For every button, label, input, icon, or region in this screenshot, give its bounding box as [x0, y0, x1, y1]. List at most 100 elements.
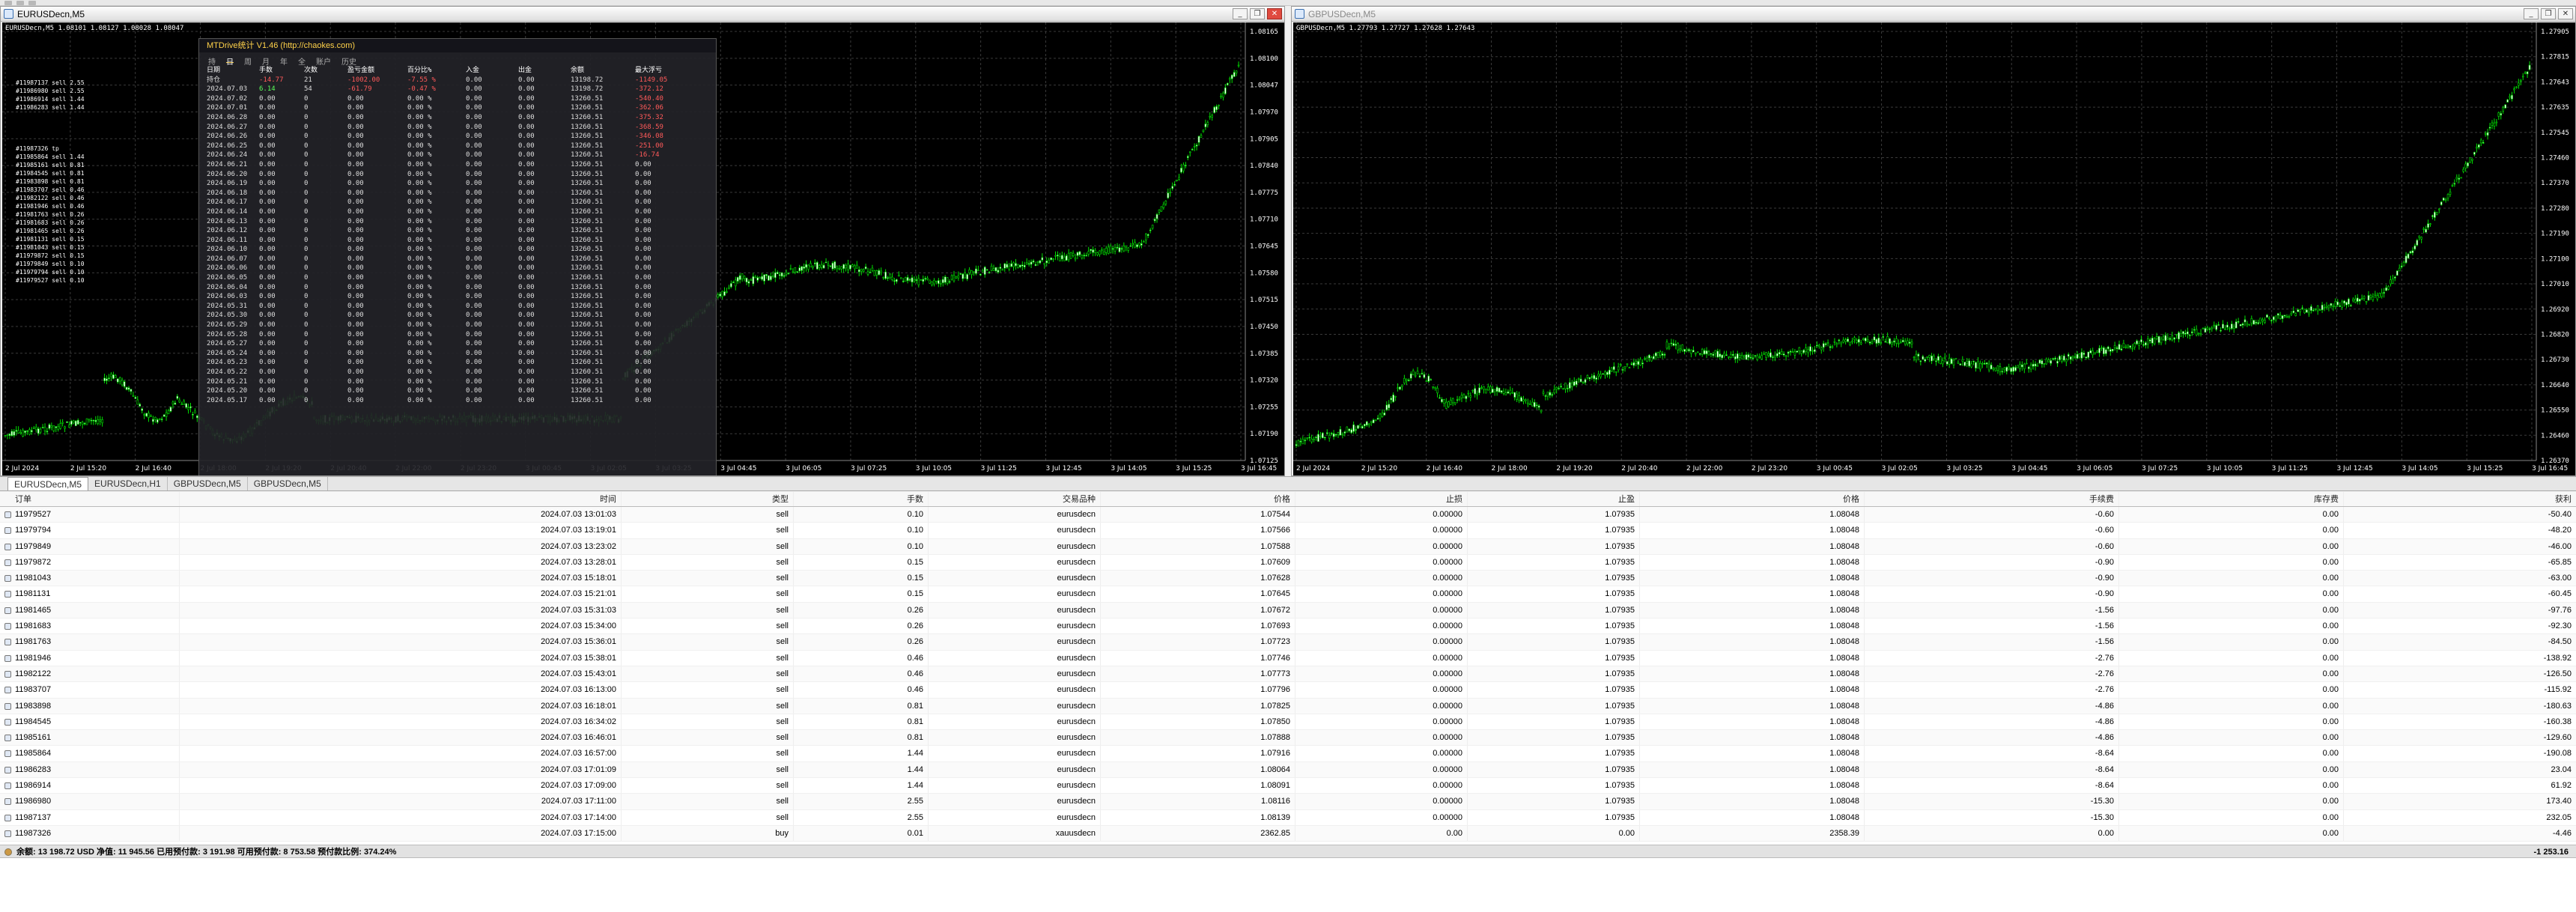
candle-body	[1059, 256, 1061, 262]
trade-col-header[interactable]: 订单	[0, 492, 180, 506]
chart-tab[interactable]: GBPUSDecn,M5	[248, 477, 328, 490]
trade-row[interactable]: 11981683 2024.07.03 15:34:00 sell 0.26 eurus…	[0, 618, 2576, 635]
trade-row[interactable]: 11983707 2024.07.03 16:13:00 sell 0.46 eurus…	[0, 682, 2576, 699]
trade-row[interactable]: 11983898 2024.07.03 16:18:01 sell 0.81 eurus…	[0, 698, 2576, 714]
order-icon	[4, 830, 11, 837]
trade-row[interactable]: 11981946 2024.07.03 15:38:01 sell 0.46 eurus…	[0, 650, 2576, 666]
candle-body	[76, 419, 79, 425]
candle-body	[1074, 258, 1077, 260]
trade-row[interactable]: 11981131 2024.07.03 15:21:01 sell 0.15 eurus…	[0, 586, 2576, 603]
minimize-button[interactable]: _	[2524, 8, 2539, 19]
order-icon	[4, 782, 11, 790]
price-chart-eurusd[interactable]: 1.08165 1.08100 1.08047 1.07970 1.07905 1.078…	[2, 22, 1284, 475]
mtdrive-tab[interactable]: 年	[280, 55, 288, 67]
mtdrive-col-header: 次数	[304, 67, 318, 74]
trade-row[interactable]: 11981043 2024.07.03 15:18:01 sell 0.15 eurus…	[0, 571, 2576, 587]
candle-body	[2182, 331, 2184, 334]
trade-col-header[interactable]: 价格	[1101, 492, 1295, 506]
mtdrive-cell: 0.00 %	[407, 198, 432, 207]
chart-tab[interactable]: GBPUSDecn,M5	[168, 477, 248, 490]
trade-col-header[interactable]: 止损	[1295, 492, 1468, 506]
candle-body	[2372, 297, 2375, 300]
candle-body	[2378, 293, 2381, 298]
candle-body	[1648, 355, 1650, 359]
candle-body	[1770, 352, 1772, 358]
close-button[interactable]: ✕	[2558, 8, 2573, 19]
trade-row[interactable]: 11979872 2024.07.03 13:28:01 sell 0.15 eurus…	[0, 554, 2576, 571]
mtdrive-cell: 0.00	[466, 368, 482, 376]
order-icon	[4, 639, 11, 646]
mtdrive-cell: 0	[304, 207, 309, 216]
candle-body	[827, 264, 830, 266]
candle-body	[836, 266, 839, 270]
candle-body	[2010, 368, 2012, 372]
trade-cell: sell	[622, 507, 794, 523]
trade-col-header[interactable]: 时间	[180, 492, 622, 506]
candle-body	[19, 432, 22, 434]
mtdrive-cell: 0	[304, 274, 309, 282]
chart-tab[interactable]: EURUSDecn,H1	[88, 477, 168, 490]
mtdrive-tab[interactable]: 周	[244, 55, 252, 67]
candle-body	[2103, 347, 2105, 354]
trade-row[interactable]: 11981465 2024.07.03 15:31:03 sell 0.26 eurus…	[0, 602, 2576, 619]
candle-body	[1891, 341, 1893, 344]
time-axis-label: 3 Jul 11:25	[981, 465, 1017, 472]
toolbar-button[interactable]	[4, 1, 12, 5]
trade-row[interactable]: 11979849 2024.07.03 13:23:02 sell 0.10 eurus…	[0, 538, 2576, 555]
restore-button[interactable]: ❐	[1250, 8, 1265, 19]
trade-row[interactable]: 11986283 2024.07.03 17:01:09 sell 1.44 eurus…	[0, 761, 2576, 779]
trade-row[interactable]: 11979794 2024.07.03 13:19:01 sell 0.10 eurus…	[0, 523, 2576, 539]
price-axis-label: 1.07905	[1250, 136, 1278, 143]
candle-body	[975, 268, 977, 274]
trade-col-header[interactable]: 价格	[1640, 492, 1865, 506]
trade-col-header[interactable]: 获利	[2344, 492, 2576, 506]
trade-row[interactable]: 11987326 2024.07.03 17:15:00 buy 0.01 xauusd…	[0, 825, 2576, 842]
candle-body	[1052, 258, 1054, 261]
trade-row[interactable]: 11981763 2024.07.03 15:36:01 sell 0.26 eurus…	[0, 634, 2576, 651]
trade-col-header[interactable]: 手续费	[1865, 492, 2119, 506]
toolbar-button[interactable]	[16, 1, 24, 5]
mtdrive-cell: 2024.06.25	[207, 142, 248, 150]
trade-row[interactable]: 11986980 2024.07.03 17:11:00 sell 2.55 eurus…	[0, 794, 2576, 810]
mtdrive-tab[interactable]: 月	[262, 55, 270, 67]
chart-tab[interactable]: EURUSDecn,M5	[7, 477, 89, 490]
trade-col-header[interactable]: 类型	[622, 492, 794, 506]
trade-row[interactable]: 11987137 2024.07.03 17:14:00 sell 2.55 eurus…	[0, 809, 2576, 826]
trade-col-header[interactable]: 交易品种	[929, 492, 1101, 506]
restore-button[interactable]: ❐	[2541, 8, 2556, 19]
mtdrive-tab[interactable]: 历史	[341, 55, 356, 67]
price-chart-gbpusd[interactable]: 1.27905 1.27815 1.27643 1.27635 1.27545 1.274…	[1293, 22, 2575, 475]
trade-row[interactable]: 11986914 2024.07.03 17:09:00 sell 1.44 eurus…	[0, 778, 2576, 794]
trade-cell: 1.07850	[1101, 714, 1295, 730]
trade-row[interactable]: 11985864 2024.07.03 16:57:00 sell 1.44 eurus…	[0, 746, 2576, 762]
candle-body	[1575, 380, 1578, 385]
mtdrive-tab[interactable]: 全	[298, 55, 306, 67]
window-titlebar[interactable]: GBPUSDecn,M5 _ ❐ ✕	[1292, 7, 2575, 22]
candle-body	[1167, 192, 1170, 198]
mtdrive-tab[interactable]: 日	[226, 55, 234, 67]
candle-body	[2109, 349, 2112, 352]
trade-row[interactable]: 11979527 2024.07.03 13:01:03 sell 0.10 eurus…	[0, 507, 2576, 523]
mtdrive-cell: 0.00	[347, 396, 364, 404]
trade-col-header[interactable]: 手数	[794, 492, 929, 506]
mtdrive-tab[interactable]: 账户	[316, 55, 331, 67]
trade-row[interactable]: 11984545 2024.07.03 16:34:02 sell 0.81 eurus…	[0, 714, 2576, 731]
minimize-button[interactable]: _	[1233, 8, 1248, 19]
candle-body	[1758, 356, 1761, 358]
window-titlebar[interactable]: EURUSDecn,M5 _ ❐ ✕	[1, 7, 1284, 22]
toolbar-button[interactable]	[28, 1, 36, 5]
mtdrive-cell: 0.00	[518, 85, 535, 94]
candle-body	[194, 410, 196, 414]
mtdrive-cell: 0.00	[635, 368, 651, 376]
trade-col-header[interactable]: 止盈	[1468, 492, 1640, 506]
candle-body	[730, 283, 732, 288]
trade-cell: 0.00	[2119, 730, 2344, 746]
trade-cell: 1.07935	[1468, 618, 1640, 634]
close-button[interactable]: ✕	[1267, 8, 1282, 19]
trade-cell: 2024.07.03 15:38:01	[180, 650, 622, 666]
mtdrive-tab[interactable]: 持	[208, 55, 216, 67]
trade-col-header[interactable]: 库存费	[2119, 492, 2344, 506]
candle-body	[953, 275, 956, 282]
trade-row[interactable]: 11985161 2024.07.03 16:46:01 sell 0.81 eurus…	[0, 730, 2576, 747]
trade-row[interactable]: 11982122 2024.07.03 15:43:01 sell 0.46 eurus…	[0, 666, 2576, 683]
